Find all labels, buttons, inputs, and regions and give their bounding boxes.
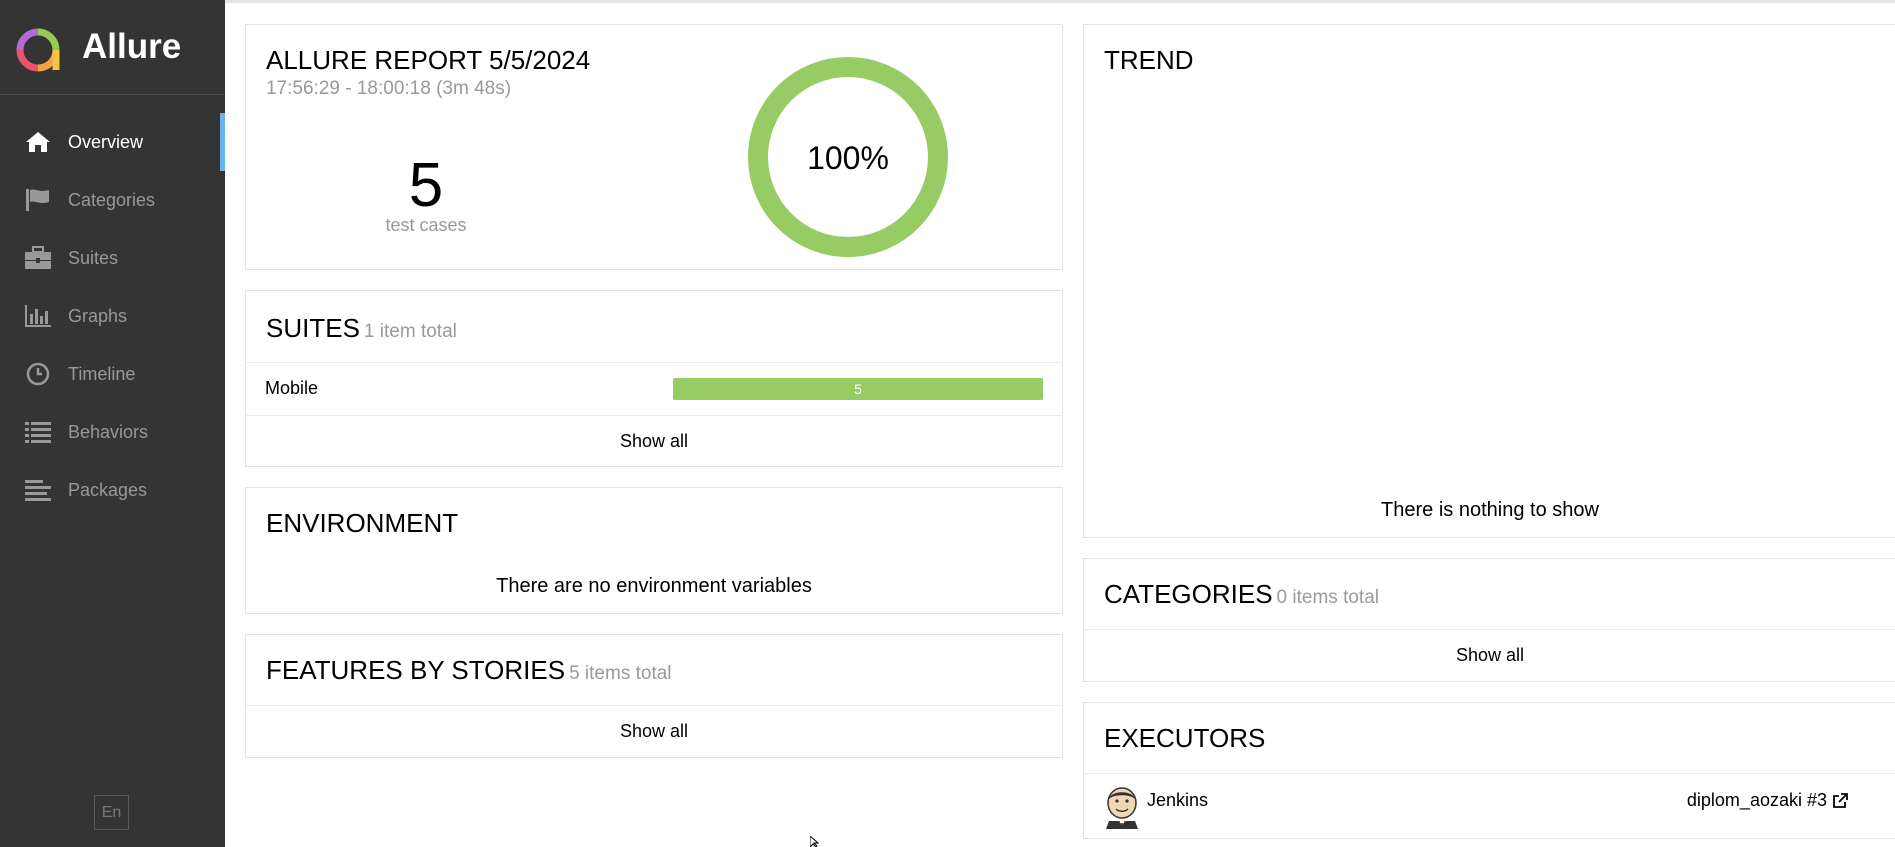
sidebar-item-label: Behaviors <box>68 421 149 442</box>
suite-status-bar[interactable]: 5 <box>673 378 1043 400</box>
sidebar-item-label: Suites <box>68 247 119 268</box>
executor-build-link[interactable]: diplom_aozaki #3 <box>1687 790 1848 811</box>
sidebar-item-categories[interactable]: Categories <box>0 171 225 229</box>
allure-logo-icon <box>16 28 60 72</box>
top-border <box>225 0 1895 3</box>
features-subtitle: 5 items total <box>569 663 672 684</box>
report-time: 17:56:29 - 18:00:18 (3m 48s) <box>266 78 512 99</box>
suite-name[interactable]: Mobile <box>265 378 318 399</box>
divider <box>246 362 1062 363</box>
suites-title: SUITES 1 item total <box>266 313 457 344</box>
categories-title-text: CATEGORIES <box>1104 579 1273 609</box>
trend-empty-message: There is nothing to show <box>1381 499 1599 521</box>
executor-build-label: diplom_aozaki #3 <box>1686 790 1827 810</box>
suites-show-all-link[interactable]: Show all <box>246 431 1062 452</box>
categories-title: CATEGORIES 0 items total <box>1104 579 1379 610</box>
flag-icon <box>24 186 52 214</box>
testcase-count: 5 <box>408 151 444 220</box>
features-card: FEATURES BY STORIES 5 items total Show al… <box>245 634 1063 758</box>
executors-card: EXECUTORS Jenkins diplom_aozaki #3 <box>1083 702 1895 839</box>
sidebar-item-behaviors[interactable]: Behaviors <box>0 403 225 461</box>
divider <box>246 705 1062 706</box>
features-show-all-link[interactable]: Show all <box>246 721 1062 742</box>
suites-card: SUITES 1 item total Mobile 5 Show all <box>245 290 1063 467</box>
features-title: FEATURES BY STORIES 5 items total <box>266 655 672 686</box>
briefcase-icon <box>24 244 52 272</box>
language-button[interactable]: En <box>94 795 129 830</box>
categories-subtitle: 0 items total <box>1276 587 1379 608</box>
executor-name: Jenkins <box>1147 790 1209 810</box>
sidebar-item-label: Timeline <box>68 363 136 384</box>
summary-card: ALLURE REPORT 5/5/2024 17:56:29 - 18:00:… <box>245 24 1063 270</box>
brand: Allure <box>0 0 225 95</box>
sidebar-item-packages[interactable]: Packages <box>0 461 225 519</box>
sidebar-item-label: Categories <box>68 189 156 210</box>
app-name: Allure <box>82 27 182 66</box>
divider <box>1084 773 1895 774</box>
clock-icon <box>24 360 52 388</box>
home-icon <box>24 128 52 156</box>
external-link-icon <box>1833 792 1848 808</box>
divider <box>246 415 1062 416</box>
environment-card: ENVIRONMENT There are no environment var… <box>245 487 1063 614</box>
sidebar-item-label: Packages <box>68 479 148 500</box>
divider <box>1084 629 1895 630</box>
sidebar-item-timeline[interactable]: Timeline <box>0 345 225 403</box>
categories-card: CATEGORIES 0 items total Show all <box>1083 558 1895 682</box>
environment-title: ENVIRONMENT <box>266 508 459 538</box>
jenkins-avatar-icon <box>1106 787 1138 829</box>
report-title: ALLURE REPORT 5/5/2024 <box>266 45 591 75</box>
suites-subtitle: 1 item total <box>363 321 457 342</box>
sidebar: Allure Overview Categories Suites Graphs… <box>0 0 225 847</box>
bar-chart-icon <box>24 302 52 330</box>
testcase-count-label: test cases <box>385 215 467 235</box>
suites-title-text: SUITES <box>266 313 360 343</box>
list-icon <box>24 418 52 446</box>
mouse-cursor-icon <box>810 836 820 847</box>
executors-title: EXECUTORS <box>1104 723 1266 753</box>
sidebar-item-graphs[interactable]: Graphs <box>0 287 225 345</box>
sidebar-item-overview[interactable]: Overview <box>0 113 225 171</box>
features-title-text: FEATURES BY STORIES <box>266 655 566 685</box>
sidebar-item-suites[interactable]: Suites <box>0 229 225 287</box>
trend-card: TREND There is nothing to show <box>1083 24 1895 538</box>
align-left-icon <box>24 476 52 504</box>
sidebar-item-label: Overview <box>68 131 144 152</box>
categories-show-all-link[interactable]: Show all <box>1084 645 1895 666</box>
environment-empty-message: There are no environment variables <box>496 575 812 597</box>
trend-title: TREND <box>1104 45 1194 75</box>
sidebar-item-label: Graphs <box>68 305 128 326</box>
success-rate-label: 100% <box>807 140 889 176</box>
